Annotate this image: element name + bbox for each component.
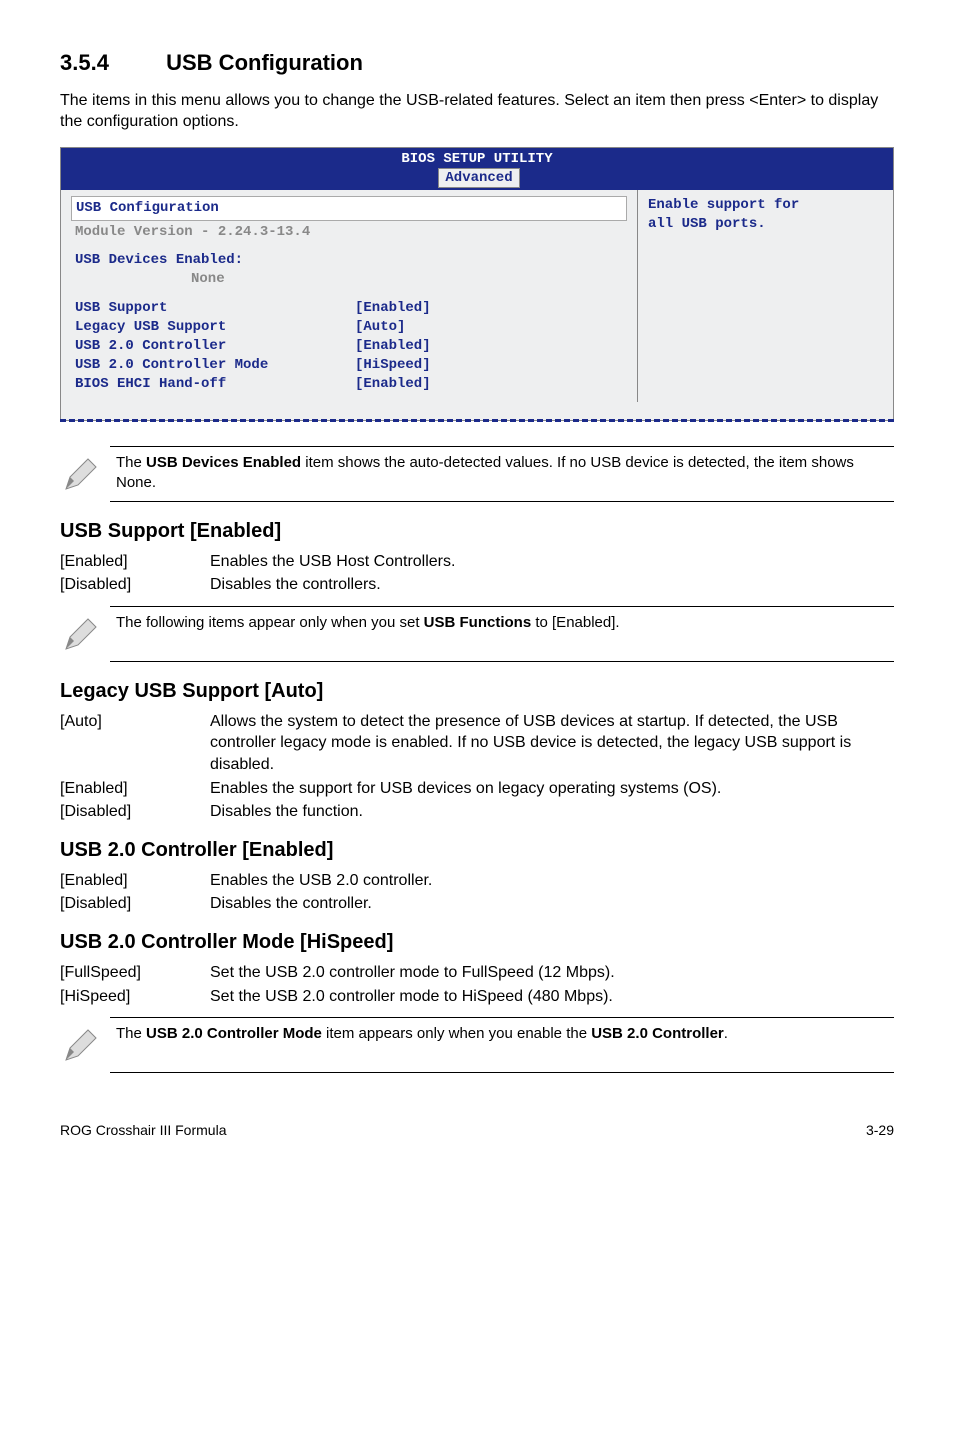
intro-paragraph: The items in this menu allows you to cha… <box>60 90 894 133</box>
bios-config-row: Legacy USB Support [Auto] <box>71 318 627 337</box>
bios-config-key: USB Support <box>71 299 355 318</box>
option-value: Set the USB 2.0 controller mode to HiSpe… <box>210 986 894 1008</box>
note-box: The following items appear only when you… <box>110 606 894 662</box>
section-title: USB Configuration <box>166 50 363 75</box>
option-value: Enables the USB Host Controllers. <box>210 551 894 573</box>
option-key: [Enabled] <box>60 870 210 892</box>
option-key: [Enabled] <box>60 551 210 573</box>
bios-left-pane: USB Configuration Module Version - 2.24.… <box>61 190 637 402</box>
option-row: [Enabled] Enables the USB 2.0 controller… <box>60 870 894 892</box>
bios-tab-advanced: Advanced <box>438 168 519 188</box>
bios-help-pane: Enable support for all USB ports. <box>637 190 893 402</box>
bios-box-title: USB Configuration <box>71 196 627 221</box>
option-value: Enables the support for USB devices on l… <box>210 778 894 800</box>
bios-config-value: [Enabled] <box>355 299 431 318</box>
pencil-icon <box>60 453 108 495</box>
bios-config-row: USB 2.0 Controller Mode [HiSpeed] <box>71 356 627 375</box>
bios-module-version: Module Version - 2.24.3-13.4 <box>71 223 627 242</box>
note-text: The USB 2.0 Controller Mode item appears… <box>116 1024 894 1044</box>
option-key: [Disabled] <box>60 893 210 915</box>
subheading-usb-support: USB Support [Enabled] <box>60 518 894 545</box>
option-key: [Auto] <box>60 711 210 776</box>
option-row: [HiSpeed] Set the USB 2.0 controller mod… <box>60 986 894 1008</box>
option-key: [Disabled] <box>60 574 210 596</box>
option-row: [Disabled] Disables the controller. <box>60 893 894 915</box>
footer-right: 3-29 <box>866 1121 894 1140</box>
section-heading: 3.5.4 USB Configuration <box>60 48 894 78</box>
bios-config-row: USB 2.0 Controller [Enabled] <box>71 337 627 356</box>
option-row: [Enabled] Enables the USB Host Controlle… <box>60 551 894 573</box>
option-value: Disables the function. <box>210 801 894 823</box>
tear-line <box>60 419 894 422</box>
subheading-legacy-usb: Legacy USB Support [Auto] <box>60 678 894 705</box>
option-key: [Enabled] <box>60 778 210 800</box>
option-value: Disables the controllers. <box>210 574 894 596</box>
bios-help-line: all USB ports. <box>648 215 883 234</box>
bios-config-key: Legacy USB Support <box>71 318 355 337</box>
bios-config-value: [Enabled] <box>355 375 431 394</box>
pencil-icon <box>60 613 108 655</box>
option-key: [HiSpeed] <box>60 986 210 1008</box>
subheading-usb20-mode: USB 2.0 Controller Mode [HiSpeed] <box>60 929 894 956</box>
note-text: The following items appear only when you… <box>116 613 894 633</box>
bios-title: BIOS SETUP UTILITY <box>401 151 552 167</box>
bios-devices-value: None <box>71 270 627 289</box>
option-row: [Enabled] Enables the support for USB de… <box>60 778 894 800</box>
option-row: [Disabled] Disables the controllers. <box>60 574 894 596</box>
note-text: The USB Devices Enabled item shows the a… <box>116 453 894 494</box>
footer-left: ROG Crosshair III Formula <box>60 1121 226 1140</box>
option-key: [FullSpeed] <box>60 962 210 984</box>
option-value: Set the USB 2.0 controller mode to FullS… <box>210 962 894 984</box>
bios-header: BIOS SETUP UTILITY Advanced <box>61 148 893 190</box>
subheading-usb20: USB 2.0 Controller [Enabled] <box>60 837 894 864</box>
option-row: [Auto] Allows the system to detect the p… <box>60 711 894 776</box>
option-value: Disables the controller. <box>210 893 894 915</box>
option-row: [Disabled] Disables the function. <box>60 801 894 823</box>
option-value: Enables the USB 2.0 controller. <box>210 870 894 892</box>
bios-config-key: USB 2.0 Controller Mode <box>71 356 355 375</box>
bios-config-value: [HiSpeed] <box>355 356 431 375</box>
bios-devices-label: USB Devices Enabled: <box>71 251 627 270</box>
option-value: Allows the system to detect the presence… <box>210 711 894 776</box>
bios-config-value: [Auto] <box>355 318 405 337</box>
section-number: 3.5.4 <box>60 48 160 78</box>
bios-config-value: [Enabled] <box>355 337 431 356</box>
option-row: [FullSpeed] Set the USB 2.0 controller m… <box>60 962 894 984</box>
bios-setup-box: BIOS SETUP UTILITY Advanced USB Configur… <box>60 147 894 421</box>
bios-help-line: Enable support for <box>648 196 883 215</box>
note-box: The USB 2.0 Controller Mode item appears… <box>110 1017 894 1073</box>
note-box: The USB Devices Enabled item shows the a… <box>110 446 894 502</box>
bios-config-row: BIOS EHCI Hand-off [Enabled] <box>71 375 627 394</box>
bios-config-key: BIOS EHCI Hand-off <box>71 375 355 394</box>
page-footer: ROG Crosshair III Formula 3-29 <box>60 1121 894 1140</box>
option-key: [Disabled] <box>60 801 210 823</box>
bios-config-row: USB Support [Enabled] <box>71 299 627 318</box>
pencil-icon <box>60 1024 108 1066</box>
bios-config-key: USB 2.0 Controller <box>71 337 355 356</box>
